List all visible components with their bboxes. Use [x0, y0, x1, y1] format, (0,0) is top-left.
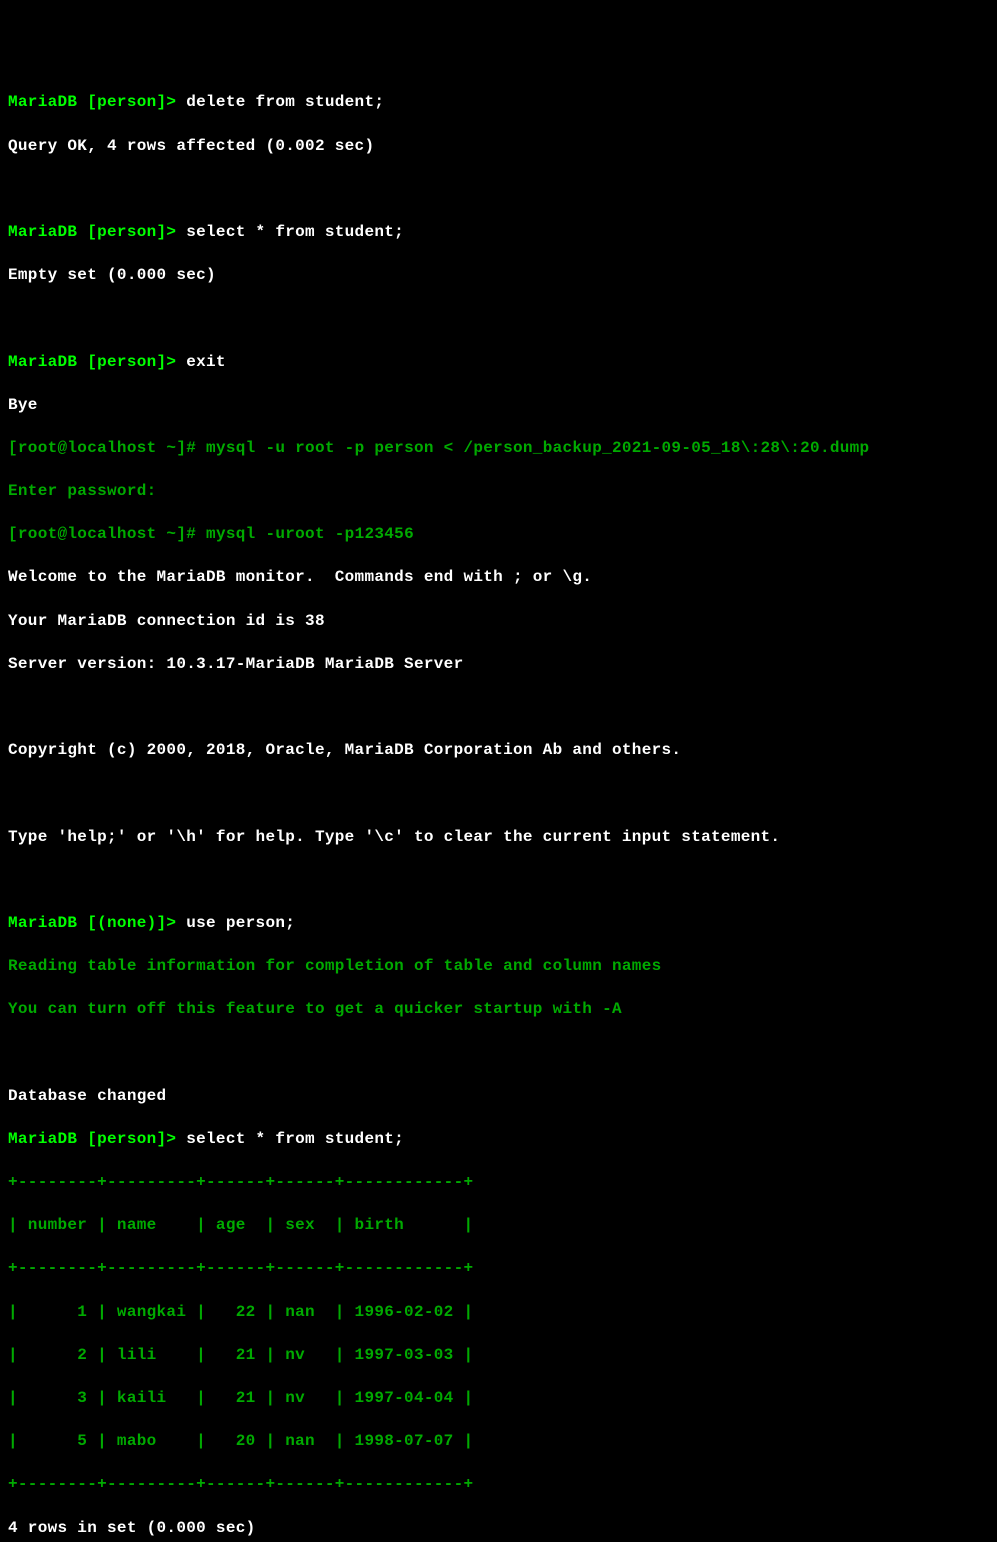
mariadb-prompt: MariaDB [person]> [8, 93, 176, 111]
shell-command: mysql -u root -p person < /person_backup… [196, 439, 869, 457]
shell-prompt: [root@localhost ~]# [8, 439, 196, 457]
sql-line: MariaDB [person]> delete from student; [8, 92, 989, 114]
query-result: Empty set (0.000 sec) [8, 265, 989, 287]
table-border: +--------+---------+------+------+------… [8, 1172, 989, 1194]
table-border: +--------+---------+------+------+------… [8, 1474, 989, 1496]
welcome-msg: Welcome to the MariaDB monitor. Commands… [8, 567, 989, 589]
table-row: | 2 | lili | 21 | nv | 1997-03-03 | [8, 1345, 989, 1367]
rows-in-set: 4 rows in set (0.000 sec) [8, 1518, 989, 1540]
info-msg: Reading table information for completion… [8, 956, 989, 978]
sql-line: MariaDB [person]> select * from student; [8, 1129, 989, 1151]
sql-command: select * from student; [176, 223, 404, 241]
server-version: Server version: 10.3.17-MariaDB MariaDB … [8, 654, 989, 676]
shell-prompt: [root@localhost ~]# [8, 525, 196, 543]
table-row: | 3 | kaili | 21 | nv | 1997-04-04 | [8, 1388, 989, 1410]
blank-line [8, 870, 989, 892]
copyright-msg: Copyright (c) 2000, 2018, Oracle, MariaD… [8, 740, 989, 762]
sql-command: use person; [176, 914, 295, 932]
mariadb-prompt: MariaDB [person]> [8, 223, 176, 241]
shell-command: mysql -uroot -p123456 [196, 525, 414, 543]
sql-command: select * from student; [176, 1130, 404, 1148]
mariadb-prompt: MariaDB [(none)]> [8, 914, 176, 932]
table-border: +--------+---------+------+------+------… [8, 1258, 989, 1280]
table-header: | number | name | age | sex | birth | [8, 1215, 989, 1237]
table-row: | 5 | mabo | 20 | nan | 1998-07-07 | [8, 1431, 989, 1453]
bye-msg: Bye [8, 395, 989, 417]
sql-line: MariaDB [(none)]> use person; [8, 913, 989, 935]
shell-line: [root@localhost ~]# mysql -uroot -p12345… [8, 524, 989, 546]
table-row: | 1 | wangkai | 22 | nan | 1996-02-02 | [8, 1302, 989, 1324]
sql-command: delete from student; [176, 93, 384, 111]
blank-line [8, 308, 989, 330]
blank-line [8, 1043, 989, 1065]
blank-line [8, 697, 989, 719]
sql-line: MariaDB [person]> select * from student; [8, 222, 989, 244]
help-msg: Type 'help;' or '\h' for help. Type '\c'… [8, 827, 989, 849]
mariadb-prompt: MariaDB [person]> [8, 353, 176, 371]
info-msg: You can turn off this feature to get a q… [8, 999, 989, 1021]
sql-command: exit [176, 353, 226, 371]
blank-line [8, 179, 989, 201]
blank-line [8, 783, 989, 805]
shell-line: [root@localhost ~]# mysql -u root -p per… [8, 438, 989, 460]
db-changed-msg: Database changed [8, 1086, 989, 1108]
mariadb-prompt: MariaDB [person]> [8, 1130, 176, 1148]
password-prompt: Enter password: [8, 481, 989, 503]
connection-id: Your MariaDB connection id is 38 [8, 611, 989, 633]
query-result: Query OK, 4 rows affected (0.002 sec) [8, 136, 989, 158]
sql-line: MariaDB [person]> exit [8, 352, 989, 374]
